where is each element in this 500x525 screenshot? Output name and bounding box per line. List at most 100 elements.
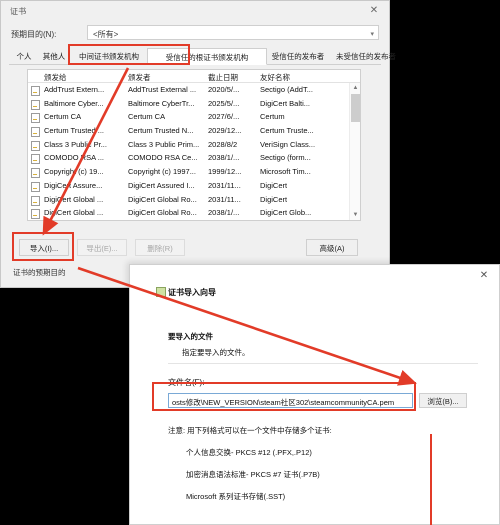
table-cell: COMODO RSA ...: [44, 153, 105, 163]
close-icon[interactable]: ✕: [365, 4, 383, 18]
wizard-section-heading: 要导入的文件: [168, 332, 213, 341]
wizard-title: 证书导入向导: [168, 288, 216, 297]
certificate-icon: [31, 154, 40, 165]
table-cell: DigiCert Global ...: [44, 208, 104, 218]
table-cell: DigiCert Global Ro...: [128, 208, 197, 218]
table-cell: Certum Trusted ...: [44, 126, 105, 136]
column-header[interactable]: 颁发者: [128, 72, 151, 83]
table-cell: 2020/5/...: [208, 85, 240, 94]
list-rows[interactable]: AddTrust Extern... AddTrust External ... 2…: [28, 83, 360, 220]
table-cell: DigiCert Balti...: [260, 98, 311, 108]
certificate-wizard-icon: [156, 287, 166, 297]
certificate-store-tabs: 个人 其他人 中间证书颁发机构 受信任的根证书颁发机构 受信任的发布者 未受信任的发布者: [9, 48, 396, 65]
table-cell: DigiCert Assure...: [44, 180, 103, 190]
table-cell: DigiCert: [260, 194, 288, 204]
chevron-down-icon: ▾: [370, 31, 374, 38]
table-cell: Certum CA: [128, 112, 166, 122]
certificate-icon: [31, 113, 40, 124]
table-cell: DigiCert Glob...: [260, 208, 312, 218]
annotation-highlight-import-button: [12, 232, 74, 261]
tab-4[interactable]: 受信任的发布者: [267, 48, 329, 65]
tab-label: 未受信任的发布者: [336, 52, 396, 61]
certificate-icon: [31, 140, 40, 151]
table-cell: DigiCert: [260, 180, 288, 190]
table-cell: Certum Truste...: [260, 126, 314, 136]
divider: [168, 363, 478, 364]
note-item: Microsoft 系列证书存储(.SST): [186, 492, 286, 501]
table-cell: VeriSign Class...: [260, 139, 316, 149]
table-cell: Certum: [260, 112, 285, 122]
table-cell: Certum CA: [44, 112, 82, 122]
table-row[interactable]: DigiCert Assure... DigiCert Assured I... 2…: [28, 179, 360, 193]
certificate-icon: [31, 195, 40, 206]
table-cell: Microsoft Tim...: [260, 167, 311, 177]
table-row[interactable]: Copyright (c) 19... Copyright (c) 1997...…: [28, 165, 360, 179]
table-cell: 2029/12...: [208, 126, 242, 136]
remove-button[interactable]: 删除(R): [135, 239, 185, 256]
certificate-icon: [31, 86, 40, 96]
certificate-icon: [31, 209, 40, 220]
table-cell: Certum Trusted N...: [128, 126, 194, 136]
caret-down-icon[interactable]: ▼: [350, 210, 361, 220]
column-header[interactable]: 截止日期: [208, 72, 238, 83]
table-cell: 2025/5/...: [208, 98, 240, 108]
table-row[interactable]: Certum CA Certum CA 2027/6/... Certum: [28, 110, 360, 124]
table-row[interactable]: Class 3 Public Pr... Class 3 Public Prim.…: [28, 138, 360, 152]
table-cell: DigiCert Global Ro...: [128, 194, 197, 204]
table-cell: Sectigo (AddT...: [260, 85, 313, 94]
certificate-icon: [31, 99, 40, 110]
note-item: 加密消息语法标准- PKCS #7 证书(.P7B): [186, 470, 320, 479]
table-cell: 1999/12...: [208, 167, 242, 177]
browse-button[interactable]: 浏览(B)...: [419, 393, 467, 408]
export-button[interactable]: 导出(E)...: [77, 239, 127, 256]
table-cell: 2031/11...: [208, 180, 241, 190]
table-cell: Sectigo (form...: [260, 153, 311, 163]
table-cell: 2031/11...: [208, 194, 241, 204]
table-row[interactable]: DigiCert Global ... DigiCert Global Ro...…: [28, 193, 360, 207]
list-column-headers: 颁发给 颁发者 截止日期 友好名称: [28, 70, 360, 83]
table-cell: 2028/8/2: [208, 139, 238, 149]
certificates-list[interactable]: 颁发给 颁发者 截止日期 友好名称 AddTrust Extern... AddTrus…: [27, 69, 361, 221]
table-row[interactable]: AddTrust Extern... AddTrust External ... 2…: [28, 83, 360, 97]
notes-title: 注意: 用下列格式可以在一个文件中存储多个证书:: [168, 426, 332, 435]
caret-up-icon[interactable]: ▲: [350, 83, 361, 93]
certificate-icon: [31, 127, 40, 138]
table-cell: Copyright (c) 1997...: [128, 167, 196, 177]
certificate-icon: [31, 168, 40, 179]
table-cell: Copyright (c) 19...: [44, 167, 104, 177]
note-item: 个人信息交换- PKCS #12 (.PFX,.P12): [186, 448, 312, 457]
table-row[interactable]: Certum Trusted ... Certum Trusted N... 202…: [28, 124, 360, 138]
table-row[interactable]: DigiCert Global ... DigiCert Global Ro...…: [28, 206, 360, 220]
list-scrollbar[interactable]: ▲ ▼: [349, 83, 360, 220]
scrollbar-thumb[interactable]: [351, 94, 360, 122]
certificate-icon: [31, 181, 40, 192]
table-cell: AddTrust External ...: [128, 85, 197, 94]
tab-1[interactable]: 其他人: [37, 48, 71, 65]
tab-0[interactable]: 个人: [11, 48, 37, 65]
column-header[interactable]: 友好名称: [260, 72, 290, 83]
table-cell: DigiCert Assured I...: [128, 180, 195, 190]
table-row[interactable]: Baltimore Cyber... Baltimore CyberTr... 20…: [28, 97, 360, 111]
certificates-titlebar: 证书 ✕: [1, 1, 389, 21]
purpose-footnote: 证书的预期目的: [13, 268, 66, 277]
tab-label: 受信任的发布者: [271, 52, 325, 61]
purpose-dropdown[interactable]: <所有> ▾: [87, 25, 379, 40]
table-cell: Class 3 Public Pr...: [44, 139, 107, 149]
table-cell: COMODO RSA Ce...: [128, 153, 198, 163]
table-cell: AddTrust Extern...: [44, 85, 105, 94]
annotation-highlight-tab: [68, 44, 190, 65]
purpose-value: <所有>: [93, 30, 119, 39]
purpose-label: 预期目的(N):: [11, 30, 57, 39]
advanced-button[interactable]: 高级(A): [306, 239, 358, 256]
table-cell: Baltimore Cyber...: [44, 98, 104, 108]
table-cell: 2038/1/...: [208, 153, 240, 163]
table-row[interactable]: COMODO RSA ... COMODO RSA Ce... 2038/1/...…: [28, 151, 360, 165]
table-cell: 2038/1/...: [208, 208, 240, 218]
wizard-section-text: 指定要导入的文件。: [182, 348, 250, 357]
table-cell: Baltimore CyberTr...: [128, 98, 195, 108]
tab-label: 其他人: [42, 52, 66, 61]
tab-5[interactable]: 未受信任的发布者: [329, 48, 403, 65]
close-icon[interactable]: ✕: [476, 269, 492, 282]
column-header[interactable]: 颁发给: [44, 72, 67, 83]
table-cell: Class 3 Public Prim...: [128, 139, 200, 149]
